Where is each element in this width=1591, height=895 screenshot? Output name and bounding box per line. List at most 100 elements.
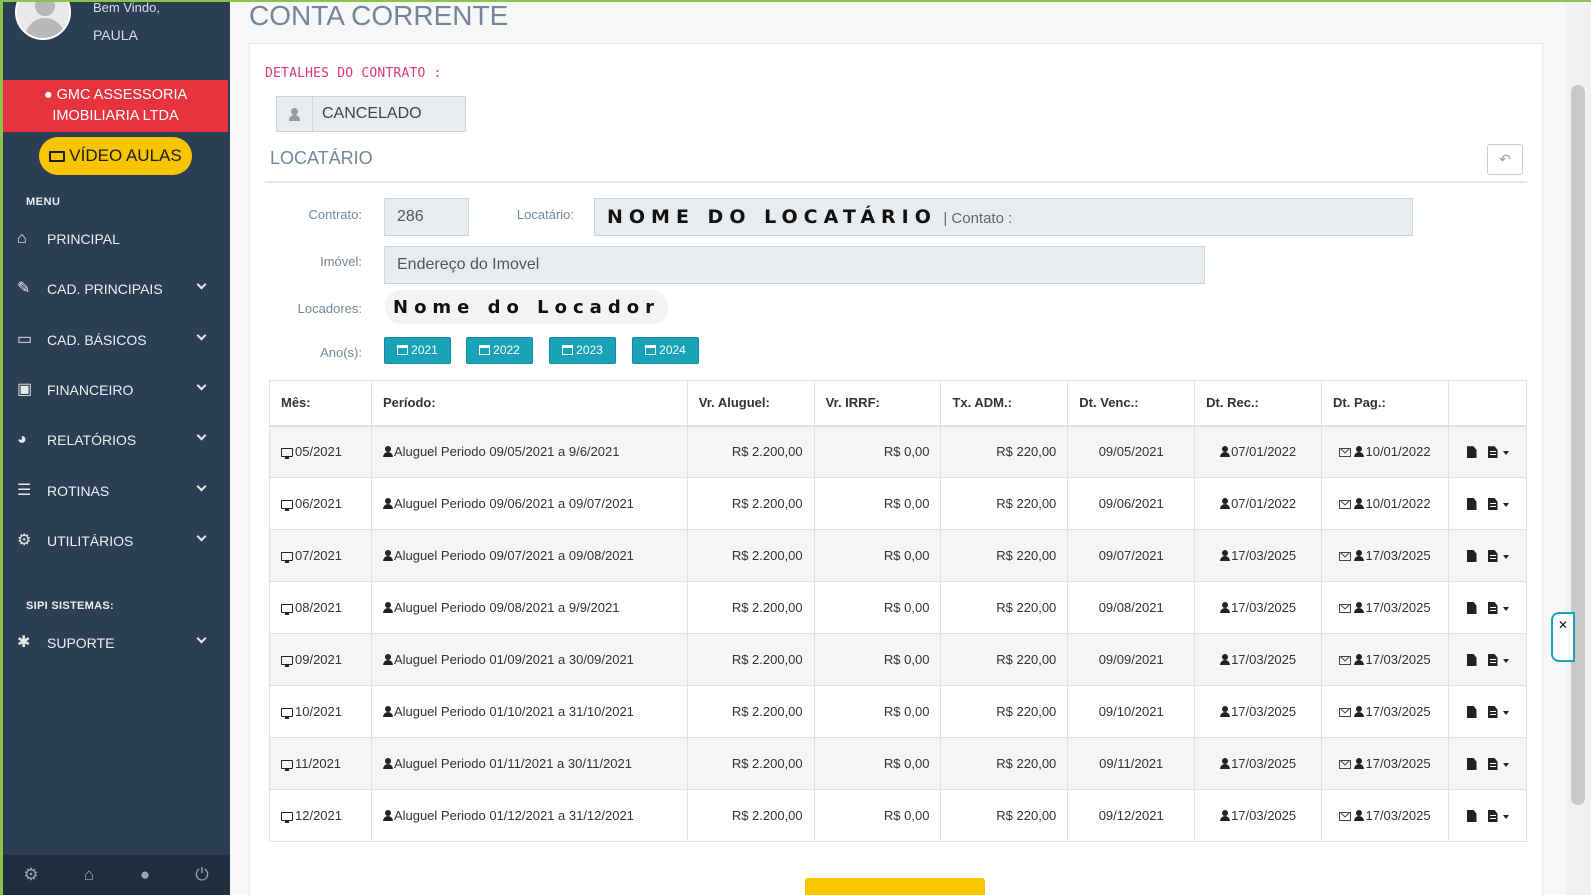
table-row: 10/2021 Aluguel Periodo 01/10/2021 a 31/1… [269, 685, 1527, 738]
cell-vr-irrf: R$ 0,00 [813, 581, 942, 634]
year-button-2022[interactable]: 2022 [466, 337, 533, 364]
document-menu-icon[interactable] [1487, 550, 1498, 562]
welcome-text: Bem Vindo, [93, 0, 160, 15]
caret-down-icon[interactable] [1502, 555, 1509, 559]
caret-down-icon[interactable] [1502, 763, 1509, 767]
sidebar-footer: ⚙ ⌂ ● ⏻ [3, 855, 230, 895]
monitor-icon [281, 656, 293, 667]
cell-dt-pag: 17/03/2025 [1321, 529, 1449, 582]
cell-dt-rec: 07/01/2022 [1194, 477, 1323, 530]
cell-dt-venc: 09/12/2021 [1067, 789, 1196, 842]
document-icon[interactable] [1466, 810, 1477, 822]
document-icon[interactable] [1466, 602, 1477, 614]
mes-value: 06/2021 [295, 496, 342, 511]
sipi-section-title: SIPI SISTEMAS: [26, 600, 114, 612]
document-icon[interactable] [1466, 706, 1477, 718]
cell-tx-adm: R$ 220,00 [940, 633, 1069, 686]
user-icon[interactable]: ● [135, 865, 155, 885]
contract-details-title: DETALHES DO CONTRATO : [265, 66, 442, 81]
cell-vr-aluguel: R$ 2.200,00 [686, 789, 815, 842]
cell-actions [1448, 477, 1527, 530]
table-row: 12/2021 Aluguel Periodo 01/12/2021 a 31/1… [269, 789, 1527, 842]
document-menu-icon[interactable] [1487, 706, 1498, 718]
caret-down-icon[interactable] [1502, 503, 1509, 507]
avatar[interactable] [15, 0, 71, 40]
video-lessons-button[interactable]: VÍDEO AULAS [39, 137, 192, 175]
table-row: 11/2021 Aluguel Periodo 01/11/2021 a 30/1… [269, 737, 1527, 790]
power-icon[interactable]: ⏻ [192, 865, 212, 885]
header-dt-pag: Dt. Pag.: [1321, 380, 1449, 427]
year-button-2021[interactable]: 2021 [384, 337, 451, 364]
document-icon[interactable] [1466, 550, 1477, 562]
table-row: 09/2021 Aluguel Periodo 01/09/2021 a 30/0… [269, 633, 1527, 686]
table-row: 05/2021 Aluguel Periodo 09/05/2021 a 9/6/… [269, 425, 1527, 478]
company-name: GMC ASSESSORIA IMOBILIARIA LTDA [52, 87, 188, 124]
company-badge[interactable]: ● GMC ASSESSORIA IMOBILIARIA LTDA [3, 80, 228, 132]
document-icon[interactable] [1466, 758, 1477, 770]
user-icon [1354, 810, 1365, 821]
document-menu-icon[interactable] [1487, 810, 1498, 822]
caret-down-icon[interactable] [1502, 451, 1509, 456]
cell-dt-rec: 17/03/2025 [1194, 789, 1323, 842]
cell-dt-pag: 10/01/2022 [1321, 425, 1449, 478]
header-actions [1448, 380, 1527, 427]
caret-down-icon[interactable] [1502, 659, 1509, 663]
document-menu-icon[interactable] [1487, 446, 1498, 459]
chevron-down-icon [196, 279, 207, 291]
nav-item-financeiro[interactable]: ▣ FINANCEIRO [3, 370, 228, 410]
user-icon [1220, 706, 1231, 717]
home-icon[interactable]: ⌂ [79, 865, 99, 885]
cell-periodo: Aluguel Periodo 09/08/2021 a 9/9/2021 [370, 581, 688, 634]
nav-label: RELATÓRIOS [47, 432, 137, 448]
avatar-head [35, 0, 55, 16]
cell-tx-adm: R$ 220,00 [940, 737, 1069, 790]
year-button-2024[interactable]: 2024 [632, 337, 699, 364]
year-button-2023[interactable]: 2023 [549, 337, 616, 364]
user-icon [382, 498, 393, 509]
cell-vr-irrf: R$ 0,00 [813, 529, 942, 582]
nav-item-relatorios[interactable]: ◕ RELATÓRIOS [3, 420, 228, 460]
nav-item-principal[interactable]: ⌂ PRINCIPAL [3, 219, 228, 259]
user-icon [382, 602, 393, 613]
settings-icon[interactable]: ⚙ [21, 865, 41, 885]
section-divider [265, 181, 1527, 183]
envelope-icon [1339, 552, 1352, 561]
cell-periodo: Aluguel Periodo 01/11/2021 a 30/11/2021 [370, 737, 688, 790]
contrato-label: Contrato: [308, 207, 362, 222]
document-menu-icon[interactable] [1487, 602, 1498, 614]
document-icon[interactable] [1466, 498, 1477, 510]
cell-dt-pag: 17/03/2025 [1321, 737, 1449, 790]
document-menu-icon[interactable] [1487, 758, 1498, 770]
accessibility-widget[interactable]: ✕ [1551, 612, 1575, 662]
username: PAULA [93, 27, 138, 43]
dt-rec-value: 17/03/2025 [1231, 600, 1297, 615]
nav-item-suporte[interactable]: ✱ SUPORTE [3, 623, 228, 663]
scrollbar-thumb[interactable] [1571, 85, 1585, 805]
cell-dt-pag: 17/03/2025 [1321, 581, 1449, 634]
cell-mes: 10/2021 [269, 685, 372, 738]
header-dt-venc: Dt. Venc.: [1067, 380, 1196, 427]
caret-down-icon[interactable] [1502, 711, 1509, 715]
document-menu-icon[interactable] [1487, 498, 1498, 510]
periodo-value: Aluguel Periodo 09/08/2021 a 9/9/2021 [393, 600, 620, 615]
caret-down-icon[interactable] [1502, 607, 1509, 611]
bottom-action-button[interactable] [805, 878, 985, 895]
dt-pag-value: 10/01/2022 [1365, 444, 1431, 460]
nav-item-cad-basicos[interactable]: ▭ CAD. BÁSICOS [3, 320, 228, 360]
user-icon [1220, 602, 1231, 613]
nav-label: CAD. BÁSICOS [47, 332, 147, 348]
document-menu-icon[interactable] [1487, 654, 1498, 666]
nav-item-utilitarios[interactable]: ⚙ UTILITÁRIOS [3, 521, 228, 561]
video-lessons-label: VÍDEO AULAS [69, 146, 182, 165]
document-icon[interactable] [1466, 654, 1477, 666]
caret-down-icon[interactable] [1502, 815, 1509, 819]
document-icon[interactable] [1466, 446, 1477, 459]
dt-rec-value: 17/03/2025 [1231, 548, 1297, 563]
nav-item-cad-principais[interactable]: ✎ CAD. PRINCIPAIS [3, 269, 228, 309]
user-icon [382, 810, 393, 821]
reply-icon: ↶ [1499, 151, 1511, 167]
nav-item-rotinas[interactable]: ☰ ROTINAS [3, 471, 228, 511]
user-icon [1354, 602, 1365, 613]
user-icon [1220, 550, 1231, 561]
back-button[interactable]: ↶ [1487, 144, 1523, 175]
